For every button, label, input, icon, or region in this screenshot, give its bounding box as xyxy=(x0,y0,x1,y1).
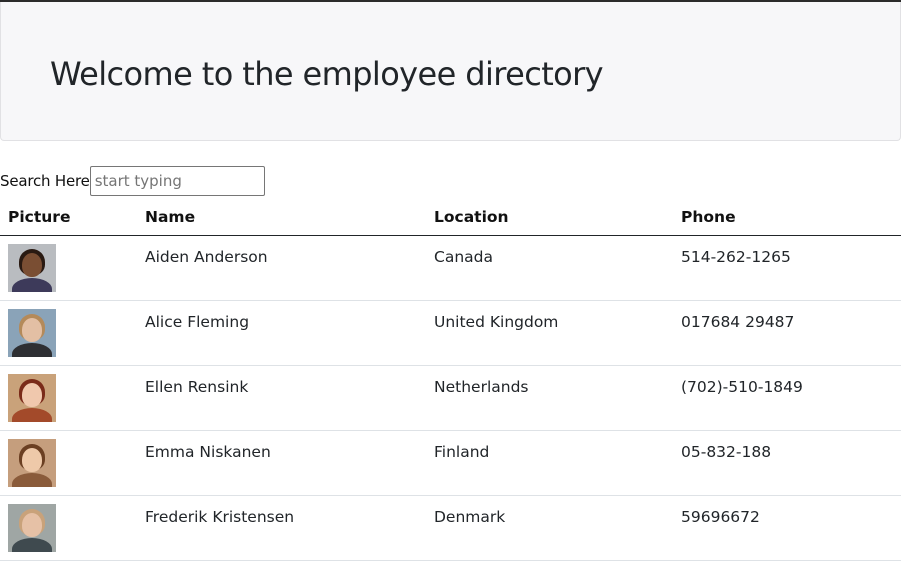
picture-cell xyxy=(0,300,137,366)
employee-name-text: Ellen Rensink xyxy=(145,378,249,396)
employee-table: Picture Name Location Phone Aiden Anders… xyxy=(0,198,901,561)
employee-location-text: Canada xyxy=(434,248,493,266)
employee-phone-cell: (702)-510-1849 xyxy=(673,365,901,431)
table-header-row: Picture Name Location Phone xyxy=(0,198,901,236)
search-bar: Search Here xyxy=(0,166,265,196)
employee-name-cell: Aiden Anderson xyxy=(137,235,426,301)
column-header-name[interactable]: Name xyxy=(137,198,426,236)
avatar xyxy=(8,504,56,552)
search-input[interactable] xyxy=(89,166,265,196)
search-label: Search Here xyxy=(0,172,90,190)
employee-location-cell: Netherlands xyxy=(426,365,673,431)
table-row: Ellen Rensink Netherlands (702)-510-1849 xyxy=(0,365,901,431)
employee-phone-text: (702)-510-1849 xyxy=(681,378,803,396)
picture-cell xyxy=(0,430,137,496)
avatar xyxy=(8,374,56,422)
page-title: Welcome to the employee directory xyxy=(50,55,604,93)
employee-name-cell: Frederik Kristensen xyxy=(137,495,426,561)
employee-name-text: Alice Fleming xyxy=(145,313,250,331)
employee-phone-cell: 514-262-1265 xyxy=(673,235,901,301)
table-row: Emma Niskanen Finland 05-832-188 xyxy=(0,430,901,496)
employee-phone-text: 59696672 xyxy=(681,508,760,526)
employee-location-text: United Kingdom xyxy=(434,313,559,331)
employee-phone-text: 514-262-1265 xyxy=(681,248,791,266)
avatar xyxy=(8,439,56,487)
employee-name-cell: Ellen Rensink xyxy=(137,365,426,431)
employee-location-cell: Canada xyxy=(426,235,673,301)
employee-location-cell: United Kingdom xyxy=(426,300,673,366)
employee-phone-text: 05-832-188 xyxy=(681,443,772,461)
column-header-location[interactable]: Location xyxy=(426,198,673,236)
column-header-phone[interactable]: Phone xyxy=(673,198,901,236)
employee-location-text: Netherlands xyxy=(434,378,529,396)
employee-phone-text: 017684 29487 xyxy=(681,313,795,331)
employee-location-cell: Denmark xyxy=(426,495,673,561)
header-banner: Welcome to the employee directory xyxy=(0,2,901,141)
table-row: Aiden Anderson Canada 514-262-1265 xyxy=(0,235,901,301)
employee-name-text: Frederik Kristensen xyxy=(145,508,295,526)
avatar xyxy=(8,309,56,357)
table-row: Alice Fleming United Kingdom 017684 29487 xyxy=(0,300,901,366)
table-row: Frederik Kristensen Denmark 59696672 xyxy=(0,495,901,561)
employee-phone-cell: 05-832-188 xyxy=(673,430,901,496)
picture-cell xyxy=(0,365,137,431)
employee-location-text: Finland xyxy=(434,443,490,461)
avatar xyxy=(8,244,56,292)
column-header-picture[interactable]: Picture xyxy=(0,198,137,236)
employee-location-cell: Finland xyxy=(426,430,673,496)
employee-name-text: Emma Niskanen xyxy=(145,443,271,461)
picture-cell xyxy=(0,235,137,301)
employee-location-text: Denmark xyxy=(434,508,506,526)
employee-name-cell: Alice Fleming xyxy=(137,300,426,366)
picture-cell xyxy=(0,495,137,561)
employee-phone-cell: 59696672 xyxy=(673,495,901,561)
employee-phone-cell: 017684 29487 xyxy=(673,300,901,366)
employee-name-text: Aiden Anderson xyxy=(145,248,268,266)
employee-name-cell: Emma Niskanen xyxy=(137,430,426,496)
